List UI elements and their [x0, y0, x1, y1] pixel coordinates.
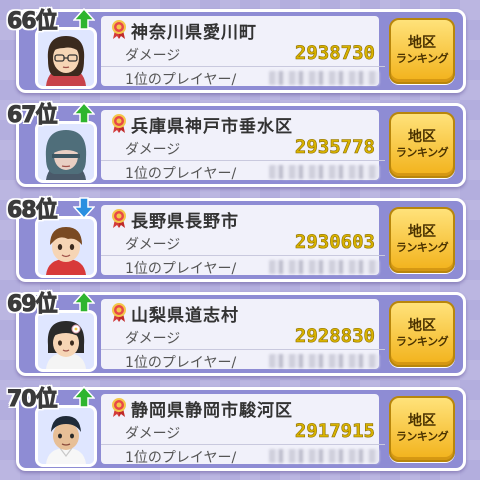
- ranking-row: 67位 兵庫県神戸市垂水区 ダメージ 2935778 1位のプレイヤー/ 地区 …: [7, 102, 466, 187]
- ranking-button-label: ランキング: [395, 430, 449, 443]
- ranking-button-label: ランキング: [395, 335, 449, 348]
- damage-value: 2930603: [294, 231, 376, 254]
- damage-line: ダメージ 2938730: [101, 42, 385, 67]
- avatar-woman-glasses-icon: [38, 30, 94, 86]
- top-player-line: 1位のプレイヤー/: [101, 68, 385, 88]
- damage-label: ダメージ: [125, 48, 181, 64]
- top-player-label: 1位のプレイヤー/: [125, 261, 237, 277]
- rank-label: 67位: [7, 103, 59, 129]
- top-player-label: 1位のプレイヤー/: [125, 355, 237, 371]
- ranking-row: 66位 神奈川県愛川町 ダメージ 2938730 1位のプレイヤー/ 地区 ラン…: [7, 8, 466, 93]
- ranking-button-label: ランキング: [395, 146, 449, 159]
- damage-line: ダメージ 2935778: [101, 136, 385, 161]
- rank-label: 66位: [7, 9, 59, 35]
- award-ribbon-icon: [112, 398, 126, 417]
- top-player-line: 1位のプレイヤー/: [101, 446, 385, 466]
- top-player-label: 1位のプレイヤー/: [125, 166, 237, 182]
- damage-label: ダメージ: [125, 142, 181, 158]
- ranking-list[interactable]: 66位 神奈川県愛川町 ダメージ 2938730 1位のプレイヤー/ 地区 ラン…: [0, 0, 480, 480]
- damage-value: 2928830: [294, 325, 376, 348]
- top-player-line: 1位のプレイヤー/: [101, 351, 385, 371]
- region-ranking-button[interactable]: 地区 ランキング: [389, 301, 455, 367]
- rank-up-arrow-icon: [73, 8, 95, 30]
- area-name: 長野県長野市: [131, 211, 239, 232]
- top-player-name-blurred: [269, 71, 379, 85]
- region-button-label: 地区: [408, 318, 436, 334]
- top-player-line: 1位のプレイヤー/: [101, 257, 385, 277]
- player-avatar: [35, 121, 97, 183]
- award-ribbon-icon: [112, 303, 126, 322]
- avatar-hooded-character-icon: [38, 124, 94, 180]
- rank-up-arrow-icon: [73, 291, 95, 313]
- ranking-row: 69位 山梨県道志村 ダメージ 2928830 1位のプレイヤー/ 地区 ランキ…: [7, 291, 466, 376]
- region-ranking-button[interactable]: 地区 ランキング: [389, 112, 455, 178]
- top-player-name-blurred: [269, 260, 379, 274]
- area-name: 兵庫県神戸市垂水区: [131, 116, 293, 137]
- ranking-row: 70位 静岡県静岡市駿河区 ダメージ 2917915 1位のプレイヤー/ 地区 …: [7, 386, 466, 471]
- damage-value: 2917915: [294, 420, 376, 443]
- region-ranking-button[interactable]: 地区 ランキング: [389, 207, 455, 273]
- damage-value: 2938730: [294, 42, 376, 65]
- area-name: 静岡県静岡市駿河区: [131, 400, 293, 421]
- region-button-label: 地区: [408, 224, 436, 240]
- damage-label: ダメージ: [125, 237, 181, 253]
- top-player-label: 1位のプレイヤー/: [125, 72, 237, 88]
- rank-label: 69位: [7, 292, 59, 318]
- region-ranking-button[interactable]: 地区 ランキング: [389, 18, 455, 84]
- avatar-man-white-shirt-icon: [38, 408, 94, 464]
- damage-label: ダメージ: [125, 331, 181, 347]
- ranking-button-label: ランキング: [395, 241, 449, 254]
- area-name: 山梨県道志村: [131, 305, 239, 326]
- damage-label: ダメージ: [125, 426, 181, 442]
- player-avatar: [35, 310, 97, 372]
- ranking-button-label: ランキング: [395, 52, 449, 65]
- rank-up-arrow-icon: [73, 102, 95, 124]
- top-player-name-blurred: [269, 165, 379, 179]
- area-title: 神奈川県愛川町: [111, 18, 257, 43]
- area-title: 山梨県道志村: [111, 301, 239, 326]
- award-ribbon-icon: [112, 20, 126, 39]
- damage-value: 2935778: [294, 136, 376, 159]
- damage-line: ダメージ 2930603: [101, 231, 385, 256]
- top-player-label: 1位のプレイヤー/: [125, 450, 237, 466]
- rank-label: 68位: [7, 198, 59, 224]
- area-title: 長野県長野市: [111, 207, 239, 232]
- award-ribbon-icon: [112, 209, 126, 228]
- area-name: 神奈川県愛川町: [131, 22, 257, 43]
- rank-up-arrow-icon: [73, 386, 95, 408]
- player-avatar: [35, 27, 97, 89]
- region-button-label: 地区: [408, 35, 436, 51]
- top-player-line: 1位のプレイヤー/: [101, 162, 385, 182]
- region-button-label: 地区: [408, 129, 436, 145]
- area-title: 兵庫県神戸市垂水区: [111, 112, 293, 137]
- rank-down-arrow-icon: [73, 197, 95, 219]
- region-ranking-button[interactable]: 地区 ランキング: [389, 396, 455, 462]
- top-player-name-blurred: [269, 449, 379, 463]
- award-ribbon-icon: [112, 114, 126, 133]
- rank-label: 70位: [7, 387, 59, 413]
- damage-line: ダメージ 2928830: [101, 325, 385, 350]
- top-player-name-blurred: [269, 354, 379, 368]
- player-avatar: [35, 216, 97, 278]
- damage-line: ダメージ 2917915: [101, 420, 385, 445]
- region-button-label: 地区: [408, 413, 436, 429]
- player-avatar: [35, 405, 97, 467]
- area-title: 静岡県静岡市駿河区: [111, 396, 293, 421]
- avatar-boy-red-shirt-icon: [38, 219, 94, 275]
- ranking-row: 68位 長野県長野市 ダメージ 2930603 1位のプレイヤー/ 地区 ランキ…: [7, 197, 466, 282]
- avatar-girl-flower-icon: [38, 313, 94, 369]
